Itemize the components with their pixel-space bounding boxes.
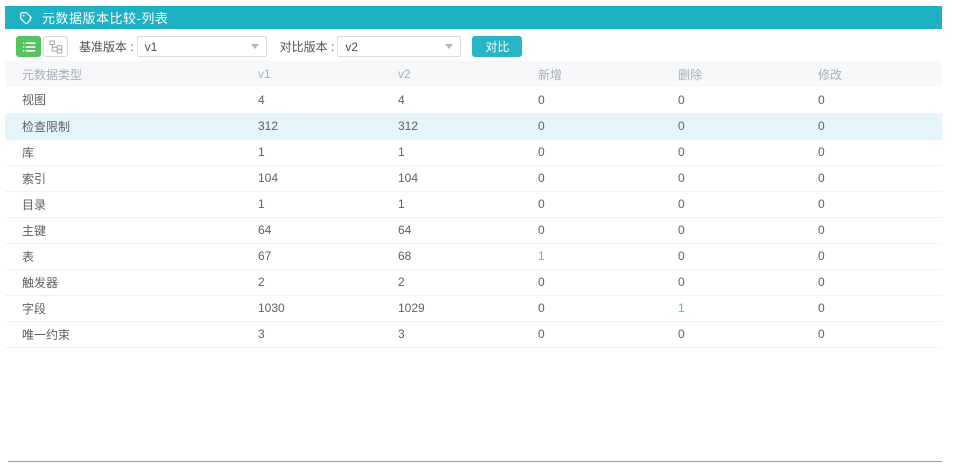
compare-version-label: 对比版本 : xyxy=(280,38,335,55)
column-header-deleted: 删除 xyxy=(678,61,818,87)
cell-type: 库 xyxy=(5,139,258,165)
cell-modified: 0 xyxy=(818,321,942,347)
cell-v2: 1 xyxy=(398,139,538,165)
cell-deleted: 0 xyxy=(678,243,818,269)
cell-modified: 0 xyxy=(818,139,942,165)
cell-v2: 64 xyxy=(398,217,538,243)
cell-type: 索引 xyxy=(5,165,258,191)
column-header-type: 元数据类型 xyxy=(5,61,258,87)
table-row[interactable]: 主键6464000 xyxy=(5,217,942,243)
table-row[interactable]: 表6768100 xyxy=(5,243,942,269)
cell-v1: 64 xyxy=(258,217,398,243)
cell-type: 主键 xyxy=(5,217,258,243)
cell-deleted: 0 xyxy=(678,321,818,347)
bottom-divider xyxy=(8,461,942,462)
cell-deleted: 0 xyxy=(678,87,818,113)
cell-modified: 0 xyxy=(818,295,942,321)
cell-deleted: 0 xyxy=(678,113,818,139)
compare-version-value: v2 xyxy=(345,40,358,54)
page-header: 元数据版本比较-列表 xyxy=(5,6,942,29)
cell-v1: 104 xyxy=(258,165,398,191)
base-version-label: 基准版本 : xyxy=(79,38,134,55)
cell-modified: 0 xyxy=(818,165,942,191)
cell-added: 0 xyxy=(538,139,678,165)
cell-added: 0 xyxy=(538,165,678,191)
cell-type: 唯一约束 xyxy=(5,321,258,347)
table-row[interactable]: 检查限制312312000 xyxy=(5,113,942,139)
cell-modified: 0 xyxy=(818,113,942,139)
cell-v2: 1029 xyxy=(398,295,538,321)
column-header-v1: v1 xyxy=(258,61,398,87)
cell-v2: 4 xyxy=(398,87,538,113)
page: 元数据版本比较-列表 xyxy=(5,6,942,462)
table-header-row: 元数据类型 v1 v2 新增 删除 修改 xyxy=(5,61,942,87)
base-version-value: v1 xyxy=(145,40,158,54)
table-row[interactable]: 目录11000 xyxy=(5,191,942,217)
toolbar: 基准版本 : v1 对比版本 : v2 对比 xyxy=(5,29,942,59)
cell-added: 0 xyxy=(538,295,678,321)
cell-v1: 1 xyxy=(258,191,398,217)
cell-deleted: 0 xyxy=(678,191,818,217)
table-row[interactable]: 唯一约束33000 xyxy=(5,321,942,347)
cell-v1: 1030 xyxy=(258,295,398,321)
column-header-v2: v2 xyxy=(398,61,538,87)
cell-added: 0 xyxy=(538,321,678,347)
cell-v2: 312 xyxy=(398,113,538,139)
column-header-modified: 修改 xyxy=(818,61,942,87)
base-version-select[interactable]: v1 xyxy=(137,36,267,57)
cell-added: 0 xyxy=(538,87,678,113)
cell-v2: 1 xyxy=(398,191,538,217)
cell-modified: 0 xyxy=(818,191,942,217)
tag-icon xyxy=(19,11,33,25)
list-view-button[interactable] xyxy=(16,36,41,57)
cell-added: 0 xyxy=(538,191,678,217)
cell-v1: 312 xyxy=(258,113,398,139)
cell-deleted[interactable]: 1 xyxy=(678,295,818,321)
cell-v1: 67 xyxy=(258,243,398,269)
cell-v2: 3 xyxy=(398,321,538,347)
cell-v1: 2 xyxy=(258,269,398,295)
cell-modified: 0 xyxy=(818,87,942,113)
table-row[interactable]: 库11000 xyxy=(5,139,942,165)
cell-type: 字段 xyxy=(5,295,258,321)
tree-icon xyxy=(49,40,63,54)
cell-v1: 3 xyxy=(258,321,398,347)
cell-modified: 0 xyxy=(818,217,942,243)
table-row[interactable]: 触发器22000 xyxy=(5,269,942,295)
cell-modified: 0 xyxy=(818,243,942,269)
cell-type: 检查限制 xyxy=(5,113,258,139)
table-row[interactable]: 索引104104000 xyxy=(5,165,942,191)
cell-v2: 104 xyxy=(398,165,538,191)
cell-v1: 4 xyxy=(258,87,398,113)
cell-deleted: 0 xyxy=(678,217,818,243)
cell-v2: 68 xyxy=(398,243,538,269)
cell-added[interactable]: 1 xyxy=(538,243,678,269)
view-toggle-group xyxy=(16,36,70,57)
cell-v1: 1 xyxy=(258,139,398,165)
table-row[interactable]: 字段10301029010 xyxy=(5,295,942,321)
cell-modified: 0 xyxy=(818,269,942,295)
cell-type: 表 xyxy=(5,243,258,269)
tree-view-button[interactable] xyxy=(43,36,68,57)
cell-deleted: 0 xyxy=(678,139,818,165)
list-icon xyxy=(22,41,36,53)
cell-type: 目录 xyxy=(5,191,258,217)
cell-added: 0 xyxy=(538,217,678,243)
chevron-down-icon xyxy=(445,44,453,49)
cell-deleted: 0 xyxy=(678,269,818,295)
table-row[interactable]: 视图44000 xyxy=(5,87,942,113)
cell-added: 0 xyxy=(538,113,678,139)
page-title: 元数据版本比较-列表 xyxy=(42,8,168,27)
cell-added: 0 xyxy=(538,269,678,295)
column-header-added: 新增 xyxy=(538,61,678,87)
compare-version-select[interactable]: v2 xyxy=(337,36,461,57)
cell-type: 触发器 xyxy=(5,269,258,295)
chevron-down-icon xyxy=(251,44,259,49)
table-body: 视图44000检查限制312312000库11000索引104104000目录1… xyxy=(5,87,942,347)
comparison-table: 元数据类型 v1 v2 新增 删除 修改 视图44000检查限制31231200… xyxy=(5,61,942,348)
cell-type: 视图 xyxy=(5,87,258,113)
compare-button[interactable]: 对比 xyxy=(472,36,522,57)
cell-v2: 2 xyxy=(398,269,538,295)
cell-deleted: 0 xyxy=(678,165,818,191)
